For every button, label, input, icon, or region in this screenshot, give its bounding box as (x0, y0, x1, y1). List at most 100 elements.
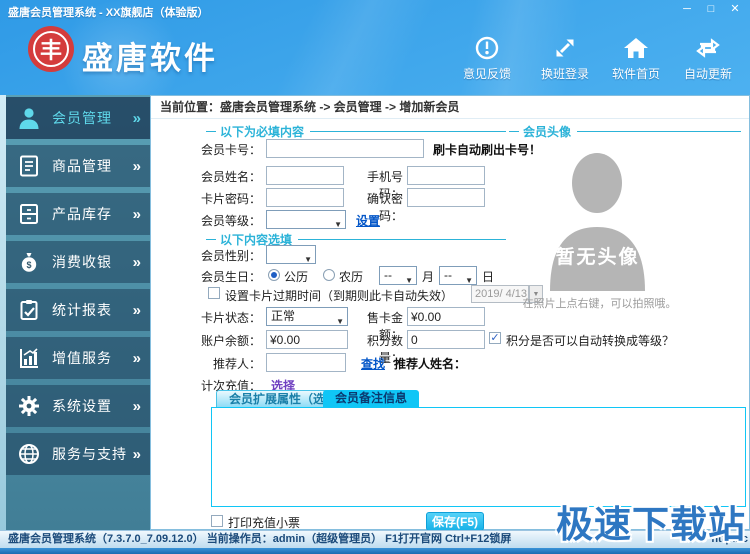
logo-text: 盛唐软件 (82, 41, 218, 76)
auto-update-icon (673, 33, 743, 63)
chevron-down-icon: ▼ (336, 317, 344, 326)
close-button[interactable]: ✕ (726, 2, 744, 17)
day-suffix: 日 (482, 270, 495, 284)
referrer-search-link[interactable]: 查找 (361, 355, 385, 372)
feedback-icon (452, 33, 522, 63)
save-button[interactable]: 保存(F5) (426, 512, 484, 531)
sidebar-item-label: 服务与支持 (52, 446, 127, 462)
print-receipt-checkbox[interactable] (211, 515, 223, 527)
balance-input[interactable] (266, 330, 348, 349)
chart-icon (6, 346, 52, 370)
cabinet-icon (6, 202, 52, 226)
birth-day-value: -- (444, 268, 452, 282)
card-status-select[interactable]: 正常 ▼ (266, 307, 348, 326)
sidebar-item-product-management[interactable]: 商品管理 » (6, 145, 150, 187)
chevron-right-icon: » (132, 445, 141, 463)
avatar-section-header: 会员头像 (509, 123, 741, 140)
birth-day-select[interactable]: -- ▼ (439, 266, 477, 285)
month-suffix: 月 (422, 270, 435, 284)
chevron-right-icon: » (132, 109, 141, 127)
sidebar-item-label: 会员管理 (52, 110, 112, 126)
card-status-label: 卡片状态： (200, 311, 261, 325)
shift-login-icon (530, 33, 600, 63)
member-icon (6, 105, 52, 131)
member-level-label: 会员等级： (200, 214, 261, 228)
money-bag-icon: $ (6, 250, 52, 274)
sidebar-item-reports[interactable]: 统计报表 » (6, 289, 150, 331)
sidebar-item-member-management[interactable]: 会员管理 » (6, 97, 150, 139)
optional-section-header: 以下内容选填 (206, 231, 506, 248)
auto-update-label: 自动更新 (683, 67, 732, 81)
referrer-name-label: 推荐人姓名： (394, 357, 467, 371)
points-convert-checkbox[interactable] (489, 332, 501, 344)
status-left: 盛唐会员管理系统（7.3.7.0_7.09.12.0） 当前操作员：admin（… (8, 531, 511, 548)
member-name-input[interactable] (266, 166, 344, 185)
member-avatar[interactable]: 暂无头像 (544, 141, 651, 291)
auto-update-button[interactable]: 自动更新 (673, 33, 743, 82)
chevron-right-icon: » (132, 397, 141, 415)
gender-label: 会员性别： (200, 249, 261, 263)
card-no-input[interactable] (266, 139, 424, 158)
required-section-title: 以下为必填内容 (220, 125, 305, 139)
card-no-label: 会员卡号： (200, 143, 261, 157)
expire-label: 设置卡片过期时间（到期则此卡自动失效） (225, 289, 454, 303)
avatar-section-title: 会员头像 (523, 125, 572, 139)
required-section-header: 以下为必填内容 (206, 123, 506, 140)
app-window: 盛唐会员管理系统 - XX旗舰店（体验版） ─ □ ✕ 丰 盛唐软件 意见反馈 … (0, 0, 750, 554)
sidebar-item-label: 系统设置 (52, 398, 112, 414)
chevron-right-icon: » (132, 253, 141, 271)
confirm-password-input[interactable] (407, 188, 485, 207)
clipboard-icon (6, 298, 52, 322)
print-receipt-label: 打印充值小票 (228, 516, 301, 530)
sidebar: 会员管理 » 商品管理 » 产品库存 » $ 消费收银 » 统计报表 » 增值服… (0, 95, 150, 530)
referrer-label: 推荐人： (212, 357, 261, 371)
avatar-hint: 在照片上点右键，可以拍照哦。 (522, 298, 677, 310)
expire-checkbox[interactable] (208, 287, 220, 299)
member-name-label: 会员姓名： (200, 170, 261, 184)
home-icon (601, 33, 671, 63)
chevron-right-icon: » (132, 301, 141, 319)
sidebar-item-support[interactable]: 服务与支持 » (6, 433, 150, 475)
bottom-strip (0, 548, 750, 554)
sidebar-item-cashier[interactable]: $ 消费收银 » (6, 241, 150, 283)
shift-login-button[interactable]: 换班登录 (530, 33, 600, 82)
feedback-label: 意见反馈 (462, 67, 511, 81)
member-level-select[interactable]: ▼ (266, 210, 346, 229)
points-convert-label: 积分是否可以自动转换成等级？ (506, 334, 675, 348)
sidebar-item-value-added[interactable]: 增值服务 » (6, 337, 150, 379)
card-no-note: 刷卡自动刷出卡号！ (433, 143, 542, 157)
birth-month-value: -- (384, 268, 392, 282)
sale-amount-input[interactable] (407, 307, 485, 326)
shift-login-label: 换班登录 (540, 67, 589, 81)
operator-info: 当前操作员：admin（超级管理员） F1打开官网 Ctrl+F12锁屏 (206, 533, 512, 545)
document-icon (6, 154, 52, 178)
lunar-radio[interactable] (323, 269, 335, 281)
chevron-right-icon: » (132, 205, 141, 223)
sidebar-item-label: 统计报表 (52, 302, 112, 318)
gear-icon (6, 394, 52, 418)
minimize-button[interactable]: ─ (678, 2, 696, 17)
tab-member-notes[interactable]: 会员备注信息 (323, 390, 420, 407)
level-settings-link[interactable]: 设置 (356, 212, 380, 229)
feedback-button[interactable]: 意见反馈 (452, 33, 522, 82)
birth-month-select[interactable]: -- ▼ (379, 266, 417, 285)
card-status-value: 正常 (271, 309, 296, 323)
logo-glyph: 丰 (33, 31, 69, 67)
sidebar-item-label: 产品库存 (52, 206, 112, 222)
home-button[interactable]: 软件首页 (601, 33, 671, 82)
sidebar-item-inventory[interactable]: 产品库存 » (6, 193, 150, 235)
svg-text:$: $ (26, 260, 31, 270)
tab-content-panel[interactable] (211, 407, 746, 507)
solar-radio[interactable] (268, 269, 280, 281)
points-input[interactable] (407, 330, 485, 349)
phone-input[interactable] (407, 166, 485, 185)
maximize-button[interactable]: □ (702, 2, 720, 17)
globe-icon (6, 442, 52, 466)
referrer-input[interactable] (266, 353, 346, 372)
sidebar-item-settings[interactable]: 系统设置 » (6, 385, 150, 427)
watermark: 极速下载站 (556, 504, 746, 545)
main-panel: 当前位置：盛唐会员管理系统 -> 会员管理 -> 增加新会员 以下为必填内容 会… (150, 95, 750, 531)
password-input[interactable] (266, 188, 344, 207)
sidebar-item-label: 商品管理 (52, 158, 112, 174)
gender-select[interactable]: ▼ (266, 245, 316, 264)
